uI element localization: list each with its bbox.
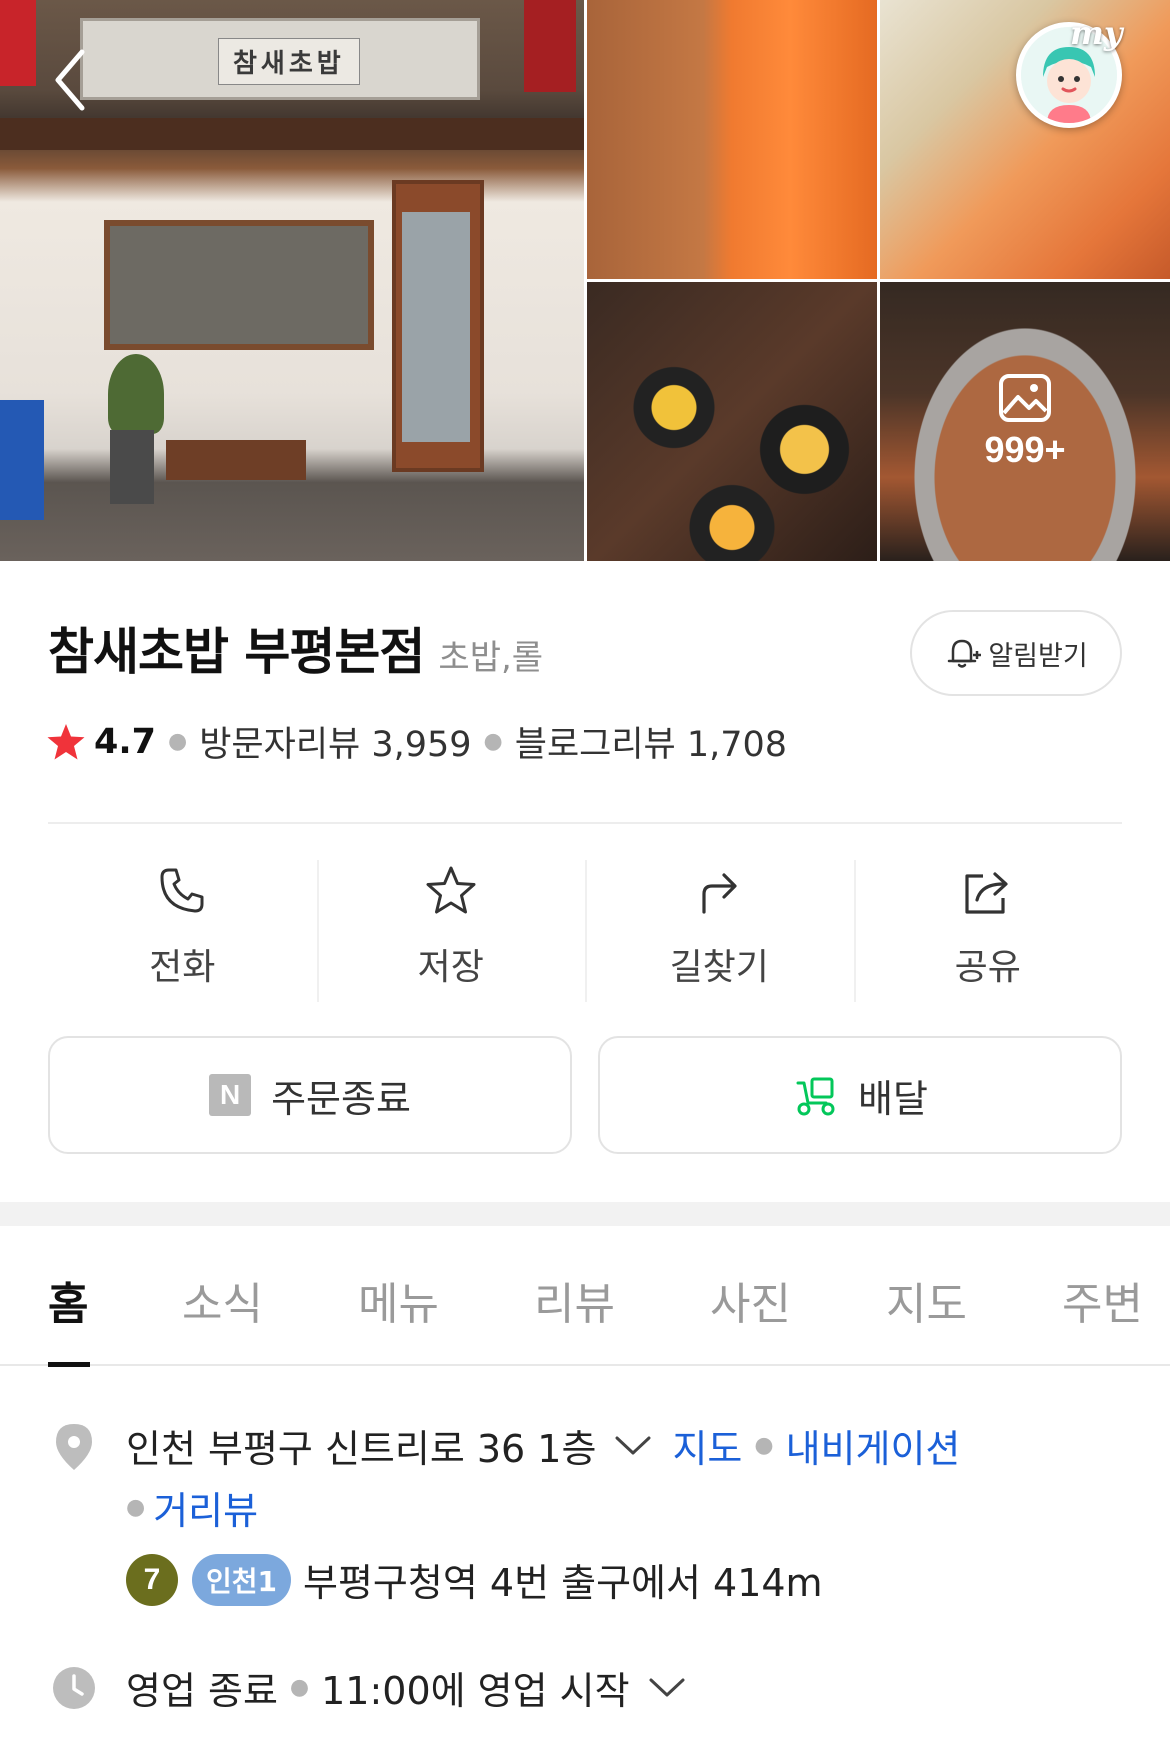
bell-plus-icon <box>948 639 982 668</box>
address-line-2: ● 거리뷰 <box>126 1480 258 1535</box>
food-photo-kimbap-rolls[interactable] <box>587 282 877 561</box>
share-button[interactable]: 공유 <box>853 860 1123 1002</box>
storefront-sign-text: 참새초밥 <box>218 38 360 85</box>
share-icon <box>965 872 1008 914</box>
hours-next-open: 11:00에 영업 시작 <box>321 1669 630 1713</box>
subway-line-incheon1-badge: 인천1 <box>192 1553 292 1606</box>
place-category: 초밥,롤 <box>438 638 544 678</box>
notify-button[interactable]: 알림받기 <box>910 610 1122 696</box>
tab-nearby[interactable]: 주변 <box>1062 1268 1143 1332</box>
directions-label: 길찾기 <box>669 947 769 988</box>
directions-button[interactable]: 길찾기 <box>585 860 854 1002</box>
tab-home[interactable]: 홈 <box>48 1268 88 1332</box>
food-photo-salmon-onion[interactable] <box>880 0 1170 279</box>
food-photo-salmon-sushi[interactable] <box>587 0 877 279</box>
call-button[interactable]: 전화 <box>48 860 317 1002</box>
hours-status: 영업 종료 <box>126 1669 278 1713</box>
hours-expand-button[interactable] <box>648 1676 686 1700</box>
address-text: 인천 부평구 신트리로 36 1층 <box>126 1427 597 1471</box>
divider <box>48 822 1122 824</box>
my-label: my <box>1070 14 1123 52</box>
address-expand-button[interactable] <box>614 1434 652 1458</box>
image-icon <box>999 373 1051 422</box>
delivery-button[interactable]: 배달 <box>598 1036 1122 1154</box>
address-line: 인천 부평구 신트리로 36 1층 지도 ● 내비게이션 <box>126 1418 960 1473</box>
call-label: 전화 <box>149 947 216 988</box>
tab-map[interactable]: 지도 <box>886 1268 967 1332</box>
order-button-label: 주문종료 <box>271 1076 411 1121</box>
order-button[interactable]: N 주문종료 <box>48 1036 572 1154</box>
visitor-reviews-link[interactable]: 방문자리뷰 3,959 <box>199 716 471 767</box>
notify-button-label: 알림받기 <box>988 640 1088 672</box>
street-view-link[interactable]: 거리뷰 <box>153 1480 258 1535</box>
location-pin-icon <box>56 1424 92 1470</box>
blog-reviews-link[interactable]: 블로그리뷰 1,708 <box>515 716 787 767</box>
naver-n-icon: N <box>209 1074 252 1116</box>
save-button[interactable]: 저장 <box>316 860 586 1002</box>
section-separator <box>0 1202 1170 1226</box>
separator-dot: ● <box>289 1675 310 1700</box>
action-bar: 전화 저장 길찾기 공유 <box>48 860 1122 1002</box>
title-row: 참새초밥 부평본점 초밥,롤 <box>48 612 543 684</box>
save-label: 저장 <box>417 947 484 988</box>
separator-dot: ● <box>168 729 188 754</box>
place-name: 참새초밥 부평본점 <box>48 623 425 681</box>
more-photos-count: 999+ <box>984 428 1066 470</box>
share-label: 공유 <box>954 947 1021 988</box>
tab-reviews[interactable]: 리뷰 <box>534 1268 615 1332</box>
subway-distance-text: 부평구청역 4번 출구에서 414m <box>303 1561 823 1605</box>
clock-icon <box>53 1667 95 1709</box>
more-photos-button[interactable]: 999+ <box>880 282 1170 561</box>
tab-news[interactable]: 소식 <box>182 1268 263 1332</box>
star-filled-icon <box>47 723 85 759</box>
back-button[interactable] <box>40 40 100 120</box>
rating-value: 4.7 <box>94 721 157 762</box>
photo-gallery[interactable]: 참새초밥 999+ my <box>0 0 1170 561</box>
chevron-down-icon <box>649 1678 685 1696</box>
separator-dot: ● <box>754 1433 774 1458</box>
subway-line-7-badge: 7 <box>126 1553 178 1606</box>
map-link[interactable]: 지도 <box>672 1418 742 1473</box>
rating-row: 4.7 ● 방문자리뷰 3,959 ● 블로그리뷰 1,708 <box>46 716 787 767</box>
hours-line: 영업 종료 ● 11:00에 영업 시작 <box>126 1660 686 1715</box>
delivery-scooter-icon <box>796 1077 835 1116</box>
directions-icon <box>702 873 737 914</box>
subway-info: 7 인천1 부평구청역 4번 출구에서 414m <box>126 1552 823 1607</box>
phone-icon <box>160 868 204 913</box>
chevron-left-icon <box>55 49 85 111</box>
delivery-button-label: 배달 <box>858 1076 928 1121</box>
separator-dot: ● <box>126 1495 146 1520</box>
separator-dot: ● <box>483 729 503 754</box>
tab-bar: 홈 소식 메뉴 리뷰 사진 지도 주변 <box>0 1226 1170 1366</box>
star-icon <box>426 866 476 914</box>
active-tab-indicator <box>48 1362 90 1367</box>
navigation-link[interactable]: 내비게이션 <box>786 1418 961 1473</box>
chevron-down-icon <box>615 1436 651 1454</box>
tab-menu[interactable]: 메뉴 <box>358 1268 439 1332</box>
tab-photos[interactable]: 사진 <box>710 1268 791 1332</box>
